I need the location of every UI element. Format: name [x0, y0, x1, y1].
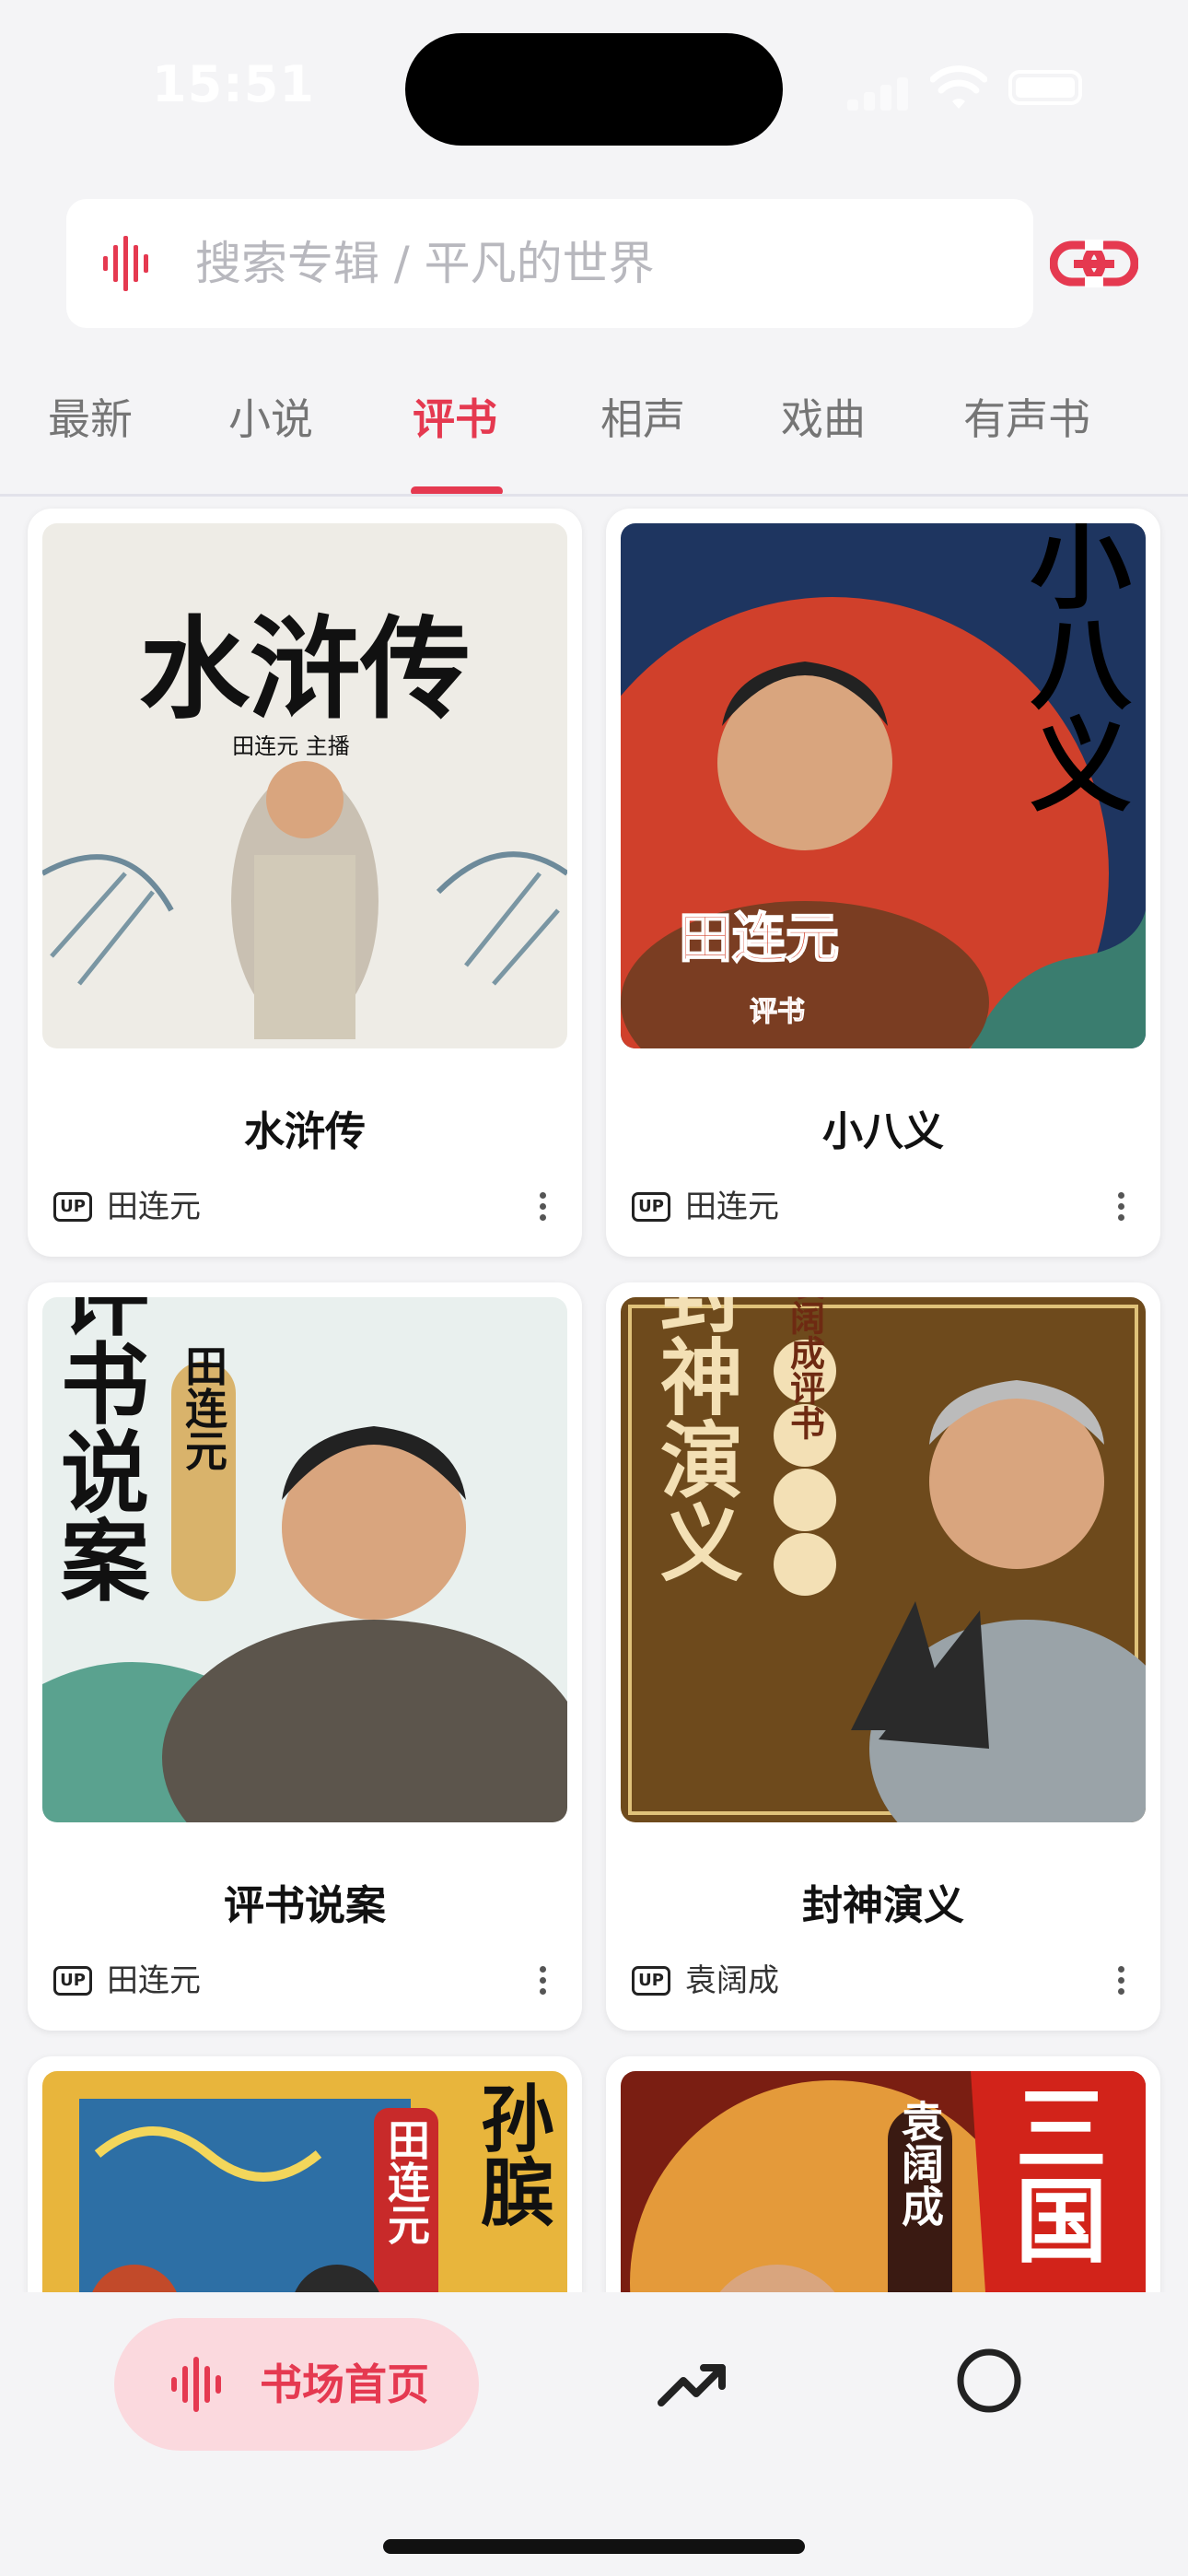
search-placeholder: 搜索专辑 / 平凡的世界: [195, 237, 655, 290]
tab-audiobook[interactable]: 有声书: [963, 369, 1090, 470]
cover-title-text: 孙膑: [469, 2080, 555, 2228]
status-bar: 15:51: [0, 0, 1188, 175]
category-tabs: 最新 小说 评书 相声 戏曲 有声书: [0, 369, 1188, 496]
cover-title-text: 三国: [999, 2080, 1108, 2265]
tabs-divider: [0, 494, 1188, 497]
sound-wave-icon: [171, 2357, 221, 2412]
tab-opera[interactable]: 戏曲: [781, 369, 866, 470]
album-card[interactable]: 田连元 孙膑: [28, 2056, 582, 2333]
cover-title-text: 评书说案: [46, 1297, 150, 1603]
sound-wave-icon: [103, 236, 148, 291]
album-card[interactable]: 水浒传 田连元 主播 水浒传 UP 田连元: [28, 509, 582, 1257]
bottom-nav: 书场首页: [0, 2292, 1188, 2576]
cover-title-text: 水浒传: [139, 604, 471, 734]
cover-sub-text: 袁阔成: [895, 2100, 945, 2227]
album-meta: UP 袁阔成: [632, 1955, 1135, 2010]
album-cover: 小八义 田连元 评书: [621, 523, 1146, 1048]
trending-icon[interactable]: [656, 2348, 729, 2421]
album-title: 封神演义: [802, 1882, 964, 1929]
link-icon[interactable]: [1050, 230, 1138, 297]
search-input[interactable]: 搜索专辑 / 平凡的世界: [66, 199, 1033, 328]
up-badge-icon: UP: [632, 1966, 670, 1996]
cover-title-text: 封神演义: [646, 1297, 743, 1583]
album-card[interactable]: 封神演义 袁阔成评书 封神演义 UP 袁阔成: [606, 1282, 1160, 2031]
album-meta: UP 田连元: [53, 1955, 556, 2010]
dynamic-island: [405, 33, 783, 146]
tab-crosstalk[interactable]: 相声: [600, 369, 685, 470]
more-vertical-icon[interactable]: [538, 1192, 547, 1224]
more-vertical-icon[interactable]: [1116, 1966, 1125, 1997]
album-author: 田连元: [107, 1962, 201, 1999]
up-badge-icon: UP: [632, 1192, 670, 1222]
wifi-icon: [930, 65, 987, 109]
up-badge-icon: UP: [53, 1192, 92, 1222]
nav-home-button[interactable]: 书场首页: [114, 2318, 479, 2451]
album-cover: 水浒传 田连元 主播: [42, 523, 567, 1048]
album-card[interactable]: 袁阔成 三国: [606, 2056, 1160, 2333]
album-title: 评书说案: [224, 1882, 386, 1929]
album-meta: UP 田连元: [632, 1181, 1135, 1236]
cover-sub-text: 田连元: [381, 2118, 431, 2245]
home-indicator: [383, 2539, 805, 2554]
cellular-signal-icon: [847, 74, 914, 111]
status-time: 15:51: [152, 55, 315, 113]
cover-sub-text: 田连元: [179, 1344, 228, 1471]
cover-title-text: 小八义: [1013, 523, 1132, 814]
album-author: 田连元: [107, 1188, 201, 1225]
album-meta: UP 田连元: [53, 1181, 556, 1236]
cover-tag-text: 评书: [750, 996, 805, 1028]
more-vertical-icon[interactable]: [1116, 1192, 1125, 1224]
tab-pingshu[interactable]: 评书: [413, 369, 497, 470]
album-card[interactable]: 评书说案 田连元 评书说案 UP 田连元: [28, 1282, 582, 2031]
more-vertical-icon[interactable]: [538, 1966, 547, 1997]
album-title: 小八义: [822, 1108, 944, 1155]
album-card[interactable]: 小八义 田连元 评书 小八义 UP 田连元: [606, 509, 1160, 1257]
cover-sub-text: 田连元: [679, 907, 839, 969]
album-cover: 封神演义 袁阔成评书: [621, 1297, 1146, 1822]
album-author: 袁阔成: [685, 1962, 779, 1999]
up-badge-icon: UP: [53, 1966, 92, 1996]
nav-home-label: 书场首页: [260, 2359, 429, 2409]
album-cover: 评书说案 田连元: [42, 1297, 567, 1822]
cover-sub-text: 田连元 主播: [232, 733, 350, 759]
tab-latest[interactable]: 最新: [48, 369, 133, 470]
profile-icon[interactable]: [956, 2348, 1022, 2414]
battery-icon: [1008, 70, 1082, 105]
album-author: 田连元: [685, 1188, 779, 1225]
tab-novel[interactable]: 小说: [228, 369, 313, 470]
cover-sub-text: 袁阔成评书: [785, 1297, 826, 1440]
album-title: 水浒传: [244, 1108, 366, 1155]
